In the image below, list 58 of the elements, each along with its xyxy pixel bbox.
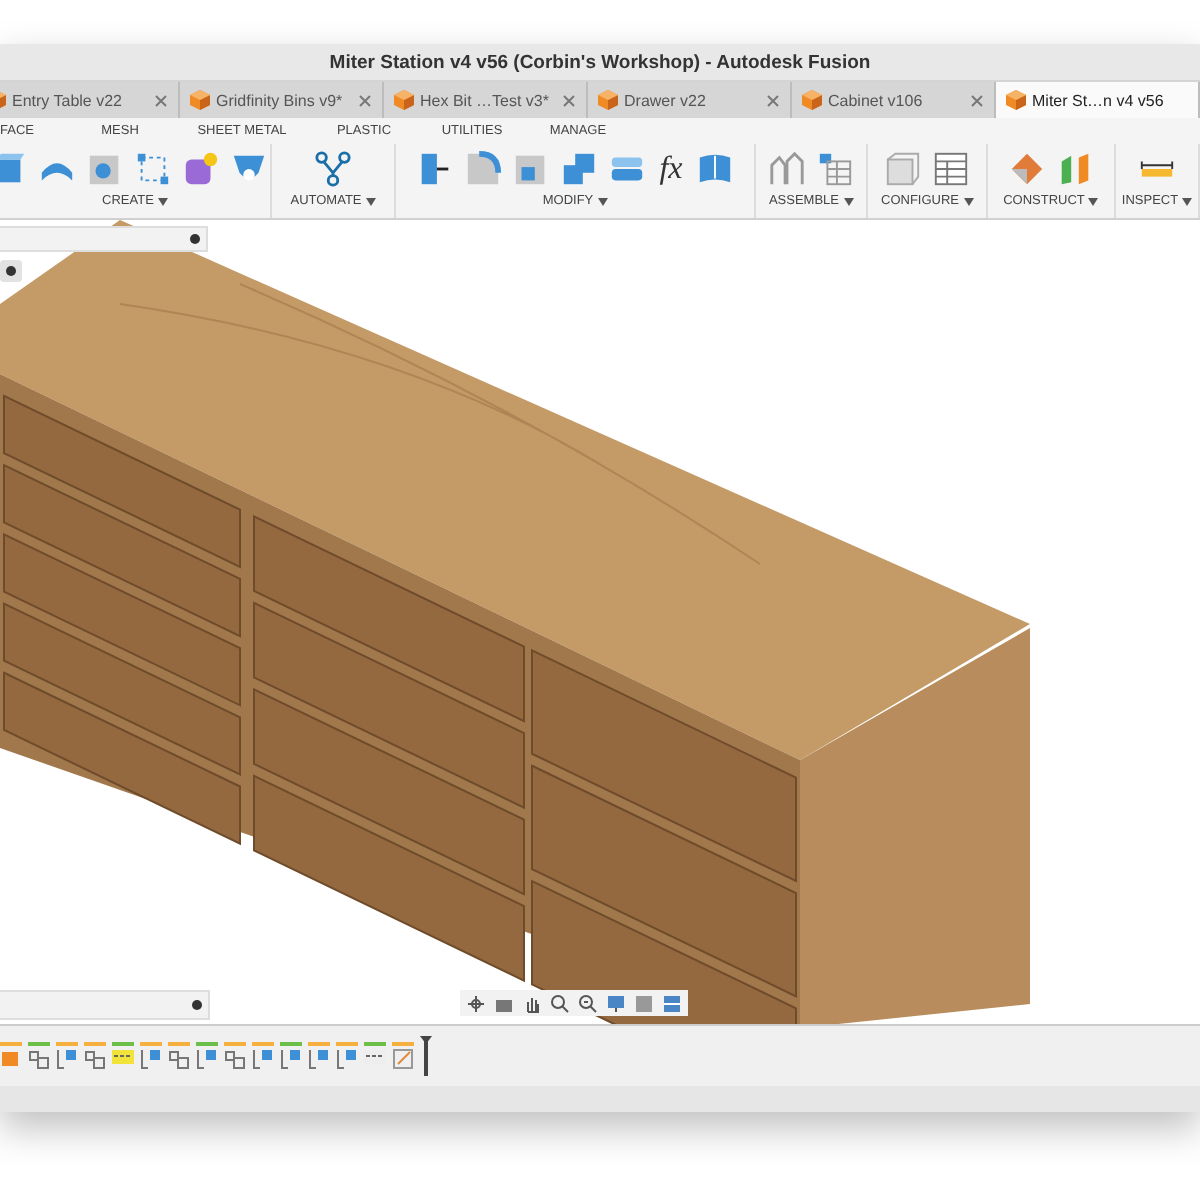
timeline-marker-icon[interactable] bbox=[420, 1036, 432, 1076]
caret-icon bbox=[1182, 197, 1193, 205]
fillet-icon[interactable] bbox=[463, 149, 502, 187]
timeline-feature-icon[interactable] bbox=[280, 1042, 302, 1070]
plane-icon[interactable] bbox=[1008, 149, 1046, 187]
cube-icon bbox=[802, 90, 822, 110]
timeline-feature-icon[interactable] bbox=[56, 1042, 78, 1070]
table-icon[interactable] bbox=[816, 149, 854, 187]
zoom-window-icon[interactable] bbox=[578, 993, 598, 1013]
timeline-feature-icon[interactable] bbox=[0, 1042, 22, 1070]
timeline-feature-icon[interactable] bbox=[196, 1042, 218, 1070]
joint-icon[interactable] bbox=[768, 149, 806, 187]
sparkle-box-icon[interactable] bbox=[182, 149, 220, 187]
timeline-feature-icon[interactable] bbox=[252, 1042, 274, 1070]
close-icon[interactable] bbox=[562, 93, 576, 107]
book-icon[interactable] bbox=[696, 149, 735, 187]
midplane-icon[interactable] bbox=[1056, 149, 1094, 187]
node-graph-icon[interactable] bbox=[314, 149, 352, 187]
cube-icon bbox=[394, 90, 414, 110]
orbit-icon[interactable] bbox=[466, 993, 486, 1013]
document-tab[interactable]: Entry Table v22 bbox=[0, 82, 180, 118]
cube-outline-icon[interactable] bbox=[884, 149, 922, 187]
grid-icon[interactable] bbox=[634, 993, 654, 1013]
close-icon[interactable] bbox=[970, 93, 984, 107]
caret-icon bbox=[963, 197, 973, 205]
timeline-feature-icon[interactable] bbox=[112, 1042, 134, 1070]
caret-icon bbox=[365, 197, 376, 205]
cube-icon bbox=[1006, 90, 1026, 110]
caret-icon bbox=[1088, 197, 1099, 205]
radio-icon[interactable] bbox=[0, 260, 22, 282]
box-icon[interactable] bbox=[0, 149, 28, 187]
close-icon[interactable] bbox=[154, 93, 168, 107]
rectangle-icon[interactable] bbox=[134, 149, 172, 187]
timeline-feature-icon[interactable] bbox=[308, 1042, 330, 1070]
close-icon[interactable] bbox=[358, 93, 372, 107]
zoom-icon[interactable] bbox=[550, 993, 570, 1013]
pin-icon[interactable] bbox=[190, 234, 200, 244]
caret-icon bbox=[597, 197, 608, 205]
viewports-icon[interactable] bbox=[662, 993, 682, 1013]
hand-icon[interactable] bbox=[522, 993, 542, 1013]
grid-table-icon[interactable] bbox=[932, 149, 970, 187]
pin-icon[interactable] bbox=[192, 1000, 202, 1010]
cube-icon bbox=[190, 90, 210, 110]
function-button[interactable]: fx bbox=[655, 149, 687, 187]
combine-icon[interactable] bbox=[559, 149, 598, 187]
timeline-feature-icon[interactable] bbox=[84, 1042, 106, 1070]
cube-icon bbox=[598, 90, 618, 110]
timeline-feature-icon[interactable] bbox=[224, 1042, 246, 1070]
timeline-feature-icon[interactable] bbox=[168, 1042, 190, 1070]
caret-icon bbox=[157, 197, 168, 205]
document-tab[interactable]: Miter St…n v4 v56 bbox=[996, 82, 1200, 118]
display-icon[interactable] bbox=[606, 993, 626, 1013]
timeline-feature-icon[interactable] bbox=[336, 1042, 358, 1070]
caret-icon bbox=[843, 197, 854, 205]
close-icon[interactable] bbox=[766, 93, 780, 107]
window-title: Miter Station v4 v56 (Corbin's Workshop) - Autodesk Fusion bbox=[0, 44, 1200, 82]
timeline-feature-icon[interactable] bbox=[140, 1042, 162, 1070]
timeline-feature-icon[interactable] bbox=[28, 1042, 50, 1070]
